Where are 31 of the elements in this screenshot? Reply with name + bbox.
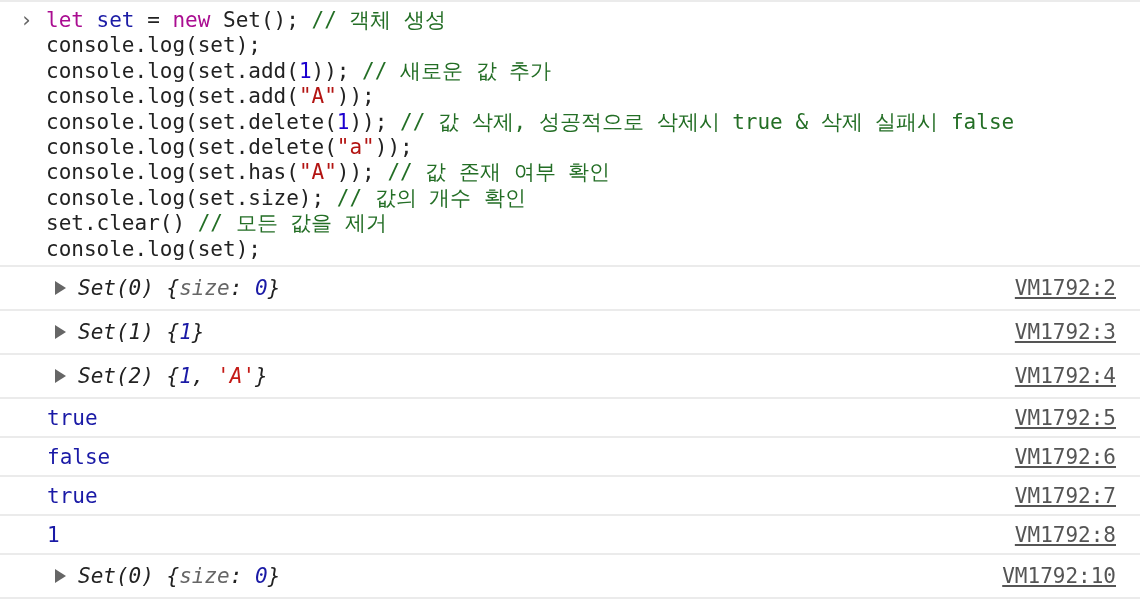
source-link[interactable]: VM1792:6 [1014,444,1116,469]
source-link[interactable]: VM1792:3 [1014,320,1116,345]
code-line: set.clear() // 모든 값을 제거 [46,211,387,237]
source-link[interactable]: VM1792:10 [1002,564,1116,589]
source-link[interactable]: VM1792:4 [1014,364,1116,389]
log-value: 1 [47,522,60,547]
code-line: console.log(set.size); // 값의 개수 확인 [46,185,526,212]
code-line: console.log(set.delete(1)); // 값 삭제, 성공적으로 삭제시 true & 삭제 실패시 false [46,109,1015,136]
object-preview: Set(0) {size: 0} [78,276,281,301]
prompt-icon: › [20,8,46,263]
expand-triangle-icon[interactable] [55,369,66,384]
expand-triangle-icon[interactable] [55,281,66,296]
code-line: console.log(set); [46,33,261,59]
code-line: let set = new Set(); // 객체 생성 [46,8,447,34]
source-link[interactable]: VM1792:7 [1014,483,1116,508]
source-link[interactable]: VM1792:5 [1014,405,1116,430]
expand-triangle-icon[interactable] [55,569,66,584]
object-preview: Set(2) {1, 'A'} [78,364,268,389]
object-preview: Set(1) {1} [78,320,205,345]
code-line: console.log(set); [46,236,261,263]
object-preview: Set(0) {size: 0} [78,564,281,589]
log-value: true [47,405,98,430]
code-line: console.log(set.add(1)); // 새로운 값 추가 [46,58,552,85]
code-line: console.log(set.add("A")); [46,84,375,110]
expand-triangle-icon[interactable] [55,325,66,340]
source-link[interactable]: VM1792:8 [1014,522,1116,547]
source-link[interactable]: VM1792:2 [1014,276,1116,301]
log-value: true [47,483,98,508]
code-line: console.log(set.has("A")); // 값 존재 여부 확인 [46,160,611,186]
log-value: false [47,444,111,469]
code-line: console.log(set.delete("a")); [46,135,413,161]
